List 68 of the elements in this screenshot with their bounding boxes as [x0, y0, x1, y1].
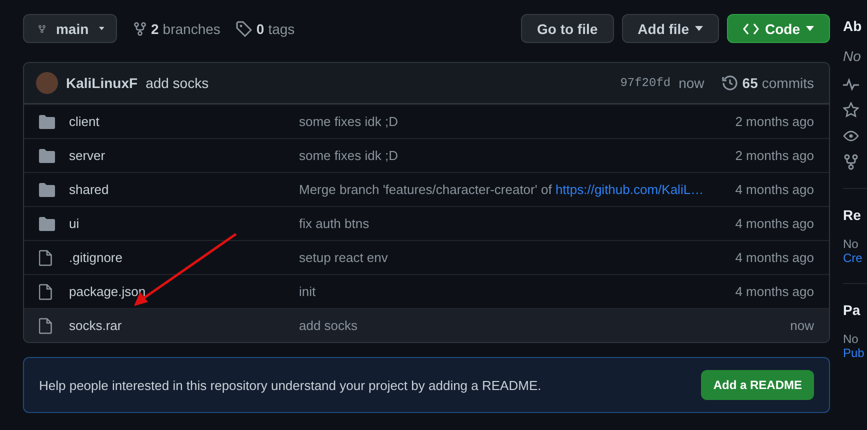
commit-message[interactable]: add socks — [146, 75, 209, 91]
commit-message[interactable]: Merge branch 'features/character-creator' of — [299, 182, 552, 197]
releases-text: No — [843, 237, 860, 251]
file-row[interactable]: ui fix auth btns 4 months ago — [24, 206, 829, 240]
file-name[interactable]: ui — [69, 216, 80, 231]
file-row[interactable]: shared Merge branch 'features/character-creator' of https://github.com/KaliL… 4 months ago — [24, 172, 829, 206]
commit-message[interactable]: init — [299, 284, 316, 299]
file-row[interactable]: .gitignore setup react env 4 months ago — [24, 240, 829, 274]
file-name[interactable]: socks.rar — [69, 318, 122, 333]
avatar — [36, 72, 58, 94]
readme-hint: Help people interested in this repository understand your project by adding a README. — [39, 378, 542, 392]
code-icon — [743, 22, 759, 34]
about-description: No — [843, 48, 862, 64]
file-icon — [39, 250, 52, 266]
toolbar-button[interactable]: Add file — [622, 14, 719, 43]
packages-text: No — [843, 332, 860, 346]
file-name[interactable]: shared — [69, 182, 109, 197]
file-row[interactable]: client some fixes idk ;D 2 months ago — [24, 104, 829, 138]
file-icon — [39, 284, 52, 300]
folder-icon — [39, 216, 55, 230]
branches-link[interactable]: 2 branches — [133, 20, 220, 36]
eye-icon — [843, 128, 859, 144]
commit-time: 4 months ago — [735, 216, 814, 231]
file-name[interactable]: .gitignore — [69, 250, 122, 265]
file-row[interactable]: socks.rar add socks now — [24, 308, 829, 342]
caret-icon — [695, 26, 703, 31]
tags-link[interactable]: 0 tags — [236, 20, 295, 36]
fork-icon — [843, 154, 859, 170]
packages-link[interactable]: Pub — [843, 346, 867, 360]
folder-icon — [39, 182, 55, 196]
branch-icon — [133, 20, 147, 36]
toolbar-button[interactable]: Go to file — [520, 14, 614, 43]
commit-sha[interactable]: 97f20fd — [620, 76, 671, 90]
releases-link[interactable]: Cre — [843, 251, 867, 265]
add-readme-button[interactable]: Add a README — [701, 370, 814, 400]
commit-message[interactable]: add socks — [299, 318, 358, 333]
commit-time: 4 months ago — [735, 182, 814, 197]
packages-heading: Pa — [843, 302, 862, 318]
commit-time: now — [678, 75, 704, 91]
commit-time: now — [790, 318, 814, 333]
caret-icon — [98, 26, 104, 31]
star-icon — [843, 102, 859, 118]
folder-icon — [39, 114, 55, 128]
about-heading: Ab — [843, 18, 863, 34]
file-name[interactable]: server — [69, 148, 106, 163]
tag-icon — [236, 20, 252, 36]
commit-message[interactable]: setup react env — [299, 250, 388, 265]
releases-heading: Re — [843, 207, 862, 223]
commit-message[interactable]: some fixes idk ;D — [299, 114, 398, 129]
commit-time: 4 months ago — [735, 250, 814, 265]
file-name[interactable]: client — [69, 114, 100, 129]
commit-link[interactable]: https://github.com/KaliL… — [555, 182, 704, 197]
commit-time: 2 months ago — [735, 114, 814, 129]
branch-selector[interactable]: main — [23, 14, 117, 43]
history-icon — [722, 75, 738, 91]
commit-message[interactable]: fix auth btns — [299, 216, 370, 231]
file-icon — [39, 318, 52, 334]
file-name[interactable]: package.json — [69, 284, 146, 299]
commit-time: 4 months ago — [735, 284, 814, 299]
commits-link[interactable]: 65 commits — [722, 75, 814, 91]
pulse-icon — [843, 76, 859, 92]
folder-icon — [39, 148, 55, 162]
commit-author[interactable]: KaliLinuxF — [66, 75, 138, 91]
file-row[interactable]: server some fixes idk ;D 2 months ago — [24, 138, 829, 172]
commit-time: 2 months ago — [735, 148, 814, 163]
code-button[interactable]: Code — [727, 14, 830, 43]
caret-icon — [806, 26, 814, 31]
commit-message[interactable]: some fixes idk ;D — [299, 148, 398, 163]
